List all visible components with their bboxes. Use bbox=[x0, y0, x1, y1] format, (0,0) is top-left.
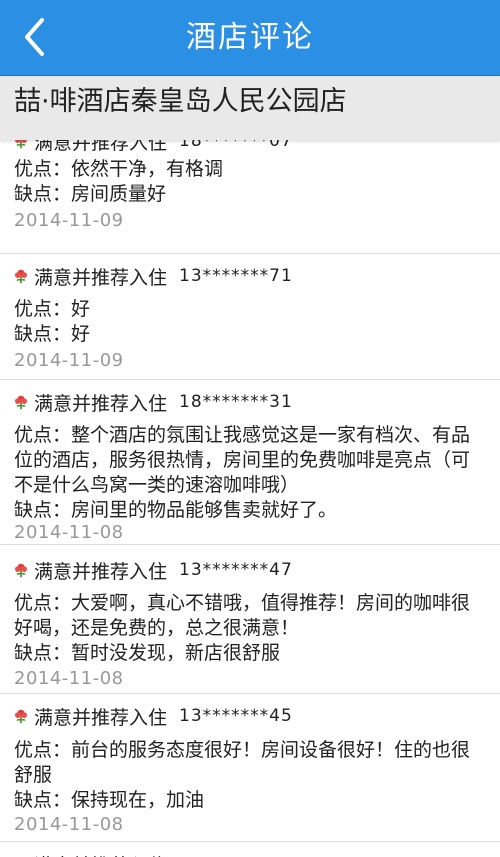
review-date: 2014-11-08 bbox=[14, 814, 124, 835]
review-date: 2014-11-09 bbox=[14, 210, 124, 231]
review-header: 满意并推荐入住 18*******07 bbox=[12, 140, 293, 154]
review-item: 满意并推荐入住 13*******71 优点：好 缺点：好 2014-11-09 bbox=[0, 254, 500, 380]
review-cons: 缺点：房间里的物品能够售卖就好了。 bbox=[14, 499, 338, 521]
review-item: 满意并推荐入住 18*******31 优点：整个酒店的氛围让我感觉这是一家有档… bbox=[0, 380, 500, 545]
review-pros-cont: 好喝，还是免费的，总之很满意！ bbox=[14, 617, 300, 639]
review-pros: 优点：整个酒店的氛围让我感觉这是一家有档次、有品 bbox=[14, 424, 471, 446]
review-verdict: 满意并推荐入住 bbox=[34, 560, 168, 583]
review-user: 13*******71 bbox=[179, 266, 293, 286]
review-cons: 缺点：暂时没发现，新店很舒服 bbox=[14, 642, 281, 664]
review-user: 18*******07 bbox=[179, 140, 293, 151]
review-date: 2014-11-08 bbox=[14, 522, 124, 543]
review-list[interactable]: 满意并推荐入住 18*******07 优点：依然干净，有格调 缺点：房间质量好… bbox=[0, 140, 500, 857]
review-item: 满意并推荐入住 13*******47 优点：大爱啊，真心不错哦，值得推荐！房间… bbox=[0, 545, 500, 694]
flower-icon bbox=[14, 563, 28, 578]
review-item: 满意并推荐入住 13*******45 优点：前台的服务态度很好！房间设备很好！… bbox=[0, 694, 500, 842]
flower-icon bbox=[14, 395, 28, 410]
review-pros: 优点：大爱啊，真心不错哦，值得推荐！房间的咖啡很 bbox=[14, 592, 471, 614]
flower-icon bbox=[14, 269, 28, 284]
review-pros: 优点：好 bbox=[14, 298, 91, 320]
review-header: 满意并推荐入住 13*******47 bbox=[12, 557, 293, 583]
review-verdict: 满意并推荐入住 bbox=[34, 392, 168, 415]
review-header: 满意并推荐入住 13*******71 bbox=[12, 263, 293, 289]
review-verdict: 满意并推荐入住 bbox=[34, 851, 167, 857]
flower-icon bbox=[14, 140, 28, 149]
review-pros-cont: 不是什么鸟窝一类的速溶咖啡哦） bbox=[14, 474, 300, 496]
review-item: 满意并推荐入住 18*******07 优点：依然干净，有格调 缺点：房间质量好… bbox=[0, 140, 500, 254]
hotel-name: 喆·啡酒店秦皇岛人民公园店 bbox=[14, 86, 347, 117]
app-header: 酒店评论 bbox=[0, 0, 500, 76]
flower-icon bbox=[14, 709, 28, 724]
review-user: 13*******45 bbox=[179, 706, 293, 726]
review-pros: 优点：前台的服务态度很好！房间设备很好！住的也很 bbox=[14, 739, 471, 761]
hotel-name-bar: 喆·啡酒店秦皇岛人民公园店 bbox=[0, 76, 500, 140]
review-header: 满意并推荐入住 bbox=[12, 851, 167, 857]
review-verdict: 满意并推荐入住 bbox=[34, 706, 168, 729]
review-pros-cont: 位的酒店，服务很热情，房间里的免费咖啡是亮点（可 bbox=[14, 449, 471, 471]
review-verdict: 满意并推荐入住 bbox=[34, 140, 168, 154]
review-header: 满意并推荐入住 13*******45 bbox=[12, 703, 293, 729]
review-item-partial: 满意并推荐入住 bbox=[0, 842, 500, 857]
page-title: 酒店评论 bbox=[186, 20, 314, 55]
review-header: 满意并推荐入住 18*******31 bbox=[12, 389, 293, 415]
review-date: 2014-11-08 bbox=[14, 668, 124, 689]
review-user: 13*******47 bbox=[179, 560, 293, 580]
review-cons: 缺点：好 bbox=[14, 323, 91, 345]
review-verdict: 满意并推荐入住 bbox=[34, 266, 168, 289]
review-cons: 缺点：房间质量好 bbox=[14, 183, 167, 205]
review-cons: 缺点：保持现在，加油 bbox=[14, 789, 205, 811]
review-user: 18*******31 bbox=[179, 392, 293, 412]
review-pros-cont: 舒服 bbox=[14, 764, 53, 786]
review-pros: 优点：依然干净，有格调 bbox=[14, 158, 224, 180]
review-date: 2014-11-09 bbox=[14, 350, 124, 371]
